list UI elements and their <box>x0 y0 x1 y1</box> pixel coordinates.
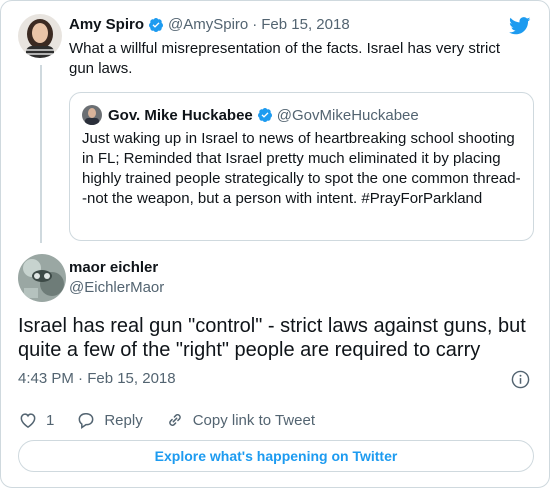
reply-icon <box>78 413 94 429</box>
quoted-avatar <box>82 105 102 125</box>
reply-button[interactable]: Reply <box>76 410 143 430</box>
reply-label: Reply <box>104 411 143 429</box>
main-tweet-text: Israel has real gun "control" - strict l… <box>18 315 526 361</box>
quoted-tweet-text: Just waking up in Israel to news of hear… <box>82 130 521 207</box>
thread-line <box>40 65 42 243</box>
embedded-tweet-card: Amy Spiro @AmySpiro · Feb 15, 2018 What … <box>0 0 550 488</box>
quoted-tweet-header: Gov. Mike Huckabee @GovMikeHuckabee <box>82 105 419 125</box>
quoted-author-handle: @GovMikeHuckabee <box>276 106 419 124</box>
main-avatar[interactable] <box>18 254 66 302</box>
tweet-timestamp[interactable]: 4:43 PM · Feb 15, 2018 <box>18 370 176 387</box>
quoted-author-name: Gov. Mike Huckabee <box>108 106 253 124</box>
parent-avatar[interactable] <box>18 14 62 58</box>
copy-link-button[interactable]: Copy link to Tweet <box>165 410 315 430</box>
main-author-name[interactable]: maor eichler <box>69 259 158 276</box>
header-separator: · <box>252 16 258 33</box>
parent-author-name[interactable]: Amy Spiro <box>69 16 144 33</box>
parent-tweet-text: What a willful misrepresentation of the … <box>69 40 500 77</box>
twitter-bird-icon[interactable] <box>509 17 531 35</box>
explore-twitter-button[interactable]: Explore what's happening on Twitter <box>18 440 534 472</box>
parent-author-handle[interactable]: @AmySpiro <box>168 16 248 33</box>
tweet-actions: 1 Reply Copy link to Tweet <box>18 409 337 431</box>
quoted-tweet[interactable]: Gov. Mike Huckabee @GovMikeHuckabee Just… <box>69 92 534 241</box>
verified-badge-icon <box>148 17 164 33</box>
info-icon[interactable] <box>511 370 530 389</box>
copy-link-label: Copy link to Tweet <box>192 411 315 429</box>
link-icon <box>168 414 181 426</box>
like-count: 1 <box>46 411 55 429</box>
parent-tweet-date[interactable]: Feb 15, 2018 <box>261 16 349 33</box>
main-author-handle[interactable]: @EichlerMaor <box>69 279 164 296</box>
heart-icon <box>20 413 36 428</box>
parent-tweet-header: Amy Spiro @AmySpiro · Feb 15, 2018 <box>69 16 350 33</box>
like-button[interactable]: 1 <box>18 410 54 430</box>
verified-badge-icon <box>257 107 273 123</box>
